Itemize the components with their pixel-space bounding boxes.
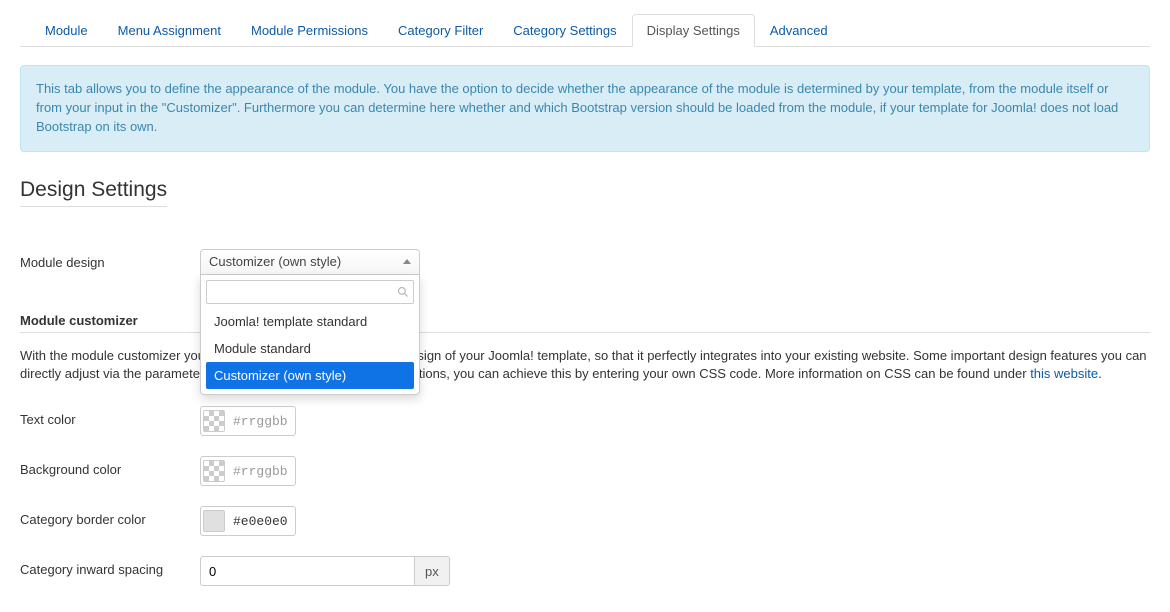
module-design-dropdown: Joomla! template standard Module standar…: [200, 275, 420, 395]
tab-category-filter[interactable]: Category Filter: [383, 14, 498, 47]
background-color-field[interactable]: [200, 456, 296, 486]
tab-description: This tab allows you to define the appear…: [20, 65, 1150, 152]
tab-module[interactable]: Module: [30, 14, 103, 47]
category-border-color-swatch[interactable]: [203, 510, 225, 532]
divider: [20, 332, 1150, 333]
module-design-option-module-standard[interactable]: Module standard: [206, 335, 414, 362]
chevron-up-icon: [403, 259, 411, 264]
text-color-input[interactable]: [231, 413, 293, 430]
unit-px: px: [414, 556, 450, 586]
module-design-option-joomla-template[interactable]: Joomla! template standard: [206, 308, 414, 335]
search-icon: [397, 286, 409, 298]
background-color-input[interactable]: [231, 463, 293, 480]
category-border-color-input[interactable]: [231, 513, 293, 530]
label-category-border-color: Category border color: [20, 506, 200, 527]
tab-module-permissions[interactable]: Module Permissions: [236, 14, 383, 47]
tab-category-settings[interactable]: Category Settings: [498, 14, 631, 47]
module-design-select[interactable]: Customizer (own style) Joomla! template …: [200, 249, 420, 275]
background-color-swatch[interactable]: [203, 460, 225, 482]
label-text-color: Text color: [20, 406, 200, 427]
module-customizer-description: With the module customizer you can custo…: [20, 347, 1150, 385]
label-category-inward-spacing: Category inward spacing: [20, 556, 200, 577]
label-module-design: Module design: [20, 249, 200, 270]
module-design-search-input[interactable]: [206, 280, 414, 304]
subsection-title-module-customizer: Module customizer: [20, 313, 1150, 328]
section-title-design-settings: Design Settings: [20, 178, 167, 207]
module-design-option-customizer[interactable]: Customizer (own style): [206, 362, 414, 389]
module-design-selected-text: Customizer (own style): [209, 254, 341, 269]
tab-menu-assignment[interactable]: Menu Assignment: [103, 14, 236, 47]
link-this-website[interactable]: this website: [1030, 366, 1098, 381]
category-border-color-field[interactable]: [200, 506, 296, 536]
module-design-select-toggle[interactable]: Customizer (own style): [200, 249, 420, 275]
category-inward-spacing-input[interactable]: [200, 556, 414, 586]
category-inward-spacing-field: px: [200, 556, 450, 586]
tab-bar: Module Menu Assignment Module Permission…: [20, 14, 1150, 47]
text-color-field[interactable]: [200, 406, 296, 436]
text-color-swatch[interactable]: [203, 410, 225, 432]
tab-display-settings[interactable]: Display Settings: [632, 14, 755, 47]
tab-advanced[interactable]: Advanced: [755, 14, 843, 47]
label-background-color: Background color: [20, 456, 200, 477]
